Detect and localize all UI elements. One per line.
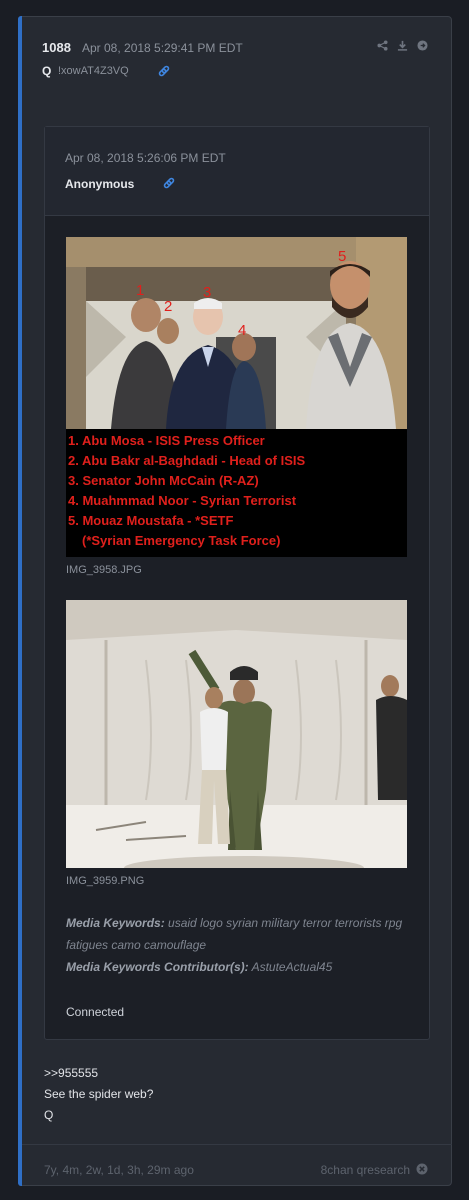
forward-icon[interactable] bbox=[417, 40, 428, 51]
marker-3: 3 bbox=[203, 284, 211, 301]
image-1-filename[interactable]: IMG_3958.JPG bbox=[66, 564, 142, 576]
post-tripcode: !xowAT4Z3VQ bbox=[58, 65, 129, 77]
download-icon[interactable] bbox=[397, 40, 408, 51]
quoted-post-body: Connected bbox=[66, 1005, 125, 1019]
marker-4: 4 bbox=[238, 322, 246, 339]
marker-1: 1 bbox=[136, 282, 144, 299]
post-number[interactable]: 1088 bbox=[42, 40, 71, 55]
quoted-post-date: Apr 08, 2018 5:26:06 PM EDT bbox=[65, 151, 226, 165]
marker-2: 2 bbox=[164, 298, 172, 315]
marker-5: 5 bbox=[338, 248, 346, 265]
post-footer: 7y, 4m, 2w, 1d, 3h, 29m ago 8chan qresea… bbox=[22, 1144, 452, 1187]
contributors-value: AstuteActual45 bbox=[251, 960, 333, 974]
caption-line-4: 4. Muahmmad Noor - Syrian Terrorist bbox=[68, 493, 297, 508]
post-actions bbox=[377, 40, 428, 51]
caption-line-3: 3. Senator John McCain (R-AZ) bbox=[68, 473, 259, 488]
post-accent-bar bbox=[18, 16, 22, 1186]
group-photo-image: 1 2 3 4 5 1. Abu Mosa - ISIS Press Offic… bbox=[66, 237, 407, 548]
attached-image-2[interactable] bbox=[66, 600, 407, 868]
link-icon[interactable] bbox=[158, 65, 170, 77]
post-body-line-2: Q bbox=[44, 1108, 54, 1122]
caption-line-1: 1. Abu Mosa - ISIS Press Officer bbox=[68, 433, 265, 448]
close-icon[interactable] bbox=[416, 1163, 428, 1175]
share-icon[interactable] bbox=[377, 40, 388, 51]
media-keywords-label: Media Keywords: bbox=[66, 916, 165, 930]
post-body: >>955555 See the spider web? Q bbox=[44, 1063, 153, 1126]
board-name[interactable]: 8chan qresearch bbox=[321, 1163, 410, 1177]
quoted-post-author: Anonymous bbox=[65, 177, 135, 191]
attached-image-1[interactable]: 1 2 3 4 5 1. Abu Mosa - ISIS Press Offic… bbox=[66, 237, 407, 557]
post-body-line-1: See the spider web? bbox=[44, 1087, 154, 1101]
link-icon[interactable] bbox=[163, 177, 175, 189]
contributors-label: Media Keywords Contributor(s): bbox=[66, 960, 249, 974]
caption-line-6: (*Syrian Emergency Task Force) bbox=[82, 533, 280, 548]
caption-line-5: 5. Mouaz Moustafa - *SETF bbox=[68, 513, 233, 528]
caption-line-2: 2. Abu Bakr al-Baghdadi - Head of ISIS bbox=[68, 453, 305, 468]
media-keywords: Media Keywords: usaid logo syrian milita… bbox=[66, 912, 416, 978]
quoted-post-header: Apr 08, 2018 5:26:06 PM EDT Anonymous bbox=[45, 127, 429, 216]
tent-photo-image bbox=[66, 600, 407, 868]
post-date: Apr 08, 2018 5:29:41 PM EDT bbox=[82, 41, 243, 55]
post-age: 7y, 4m, 2w, 1d, 3h, 29m ago bbox=[44, 1163, 194, 1177]
post-author: Q bbox=[42, 64, 52, 78]
post-header: 1088 Apr 08, 2018 5:29:41 PM EDT Q !xowA… bbox=[42, 40, 442, 84]
quote-link[interactable]: >>955555 bbox=[44, 1063, 153, 1084]
image-2-filename[interactable]: IMG_3959.PNG bbox=[66, 875, 144, 887]
